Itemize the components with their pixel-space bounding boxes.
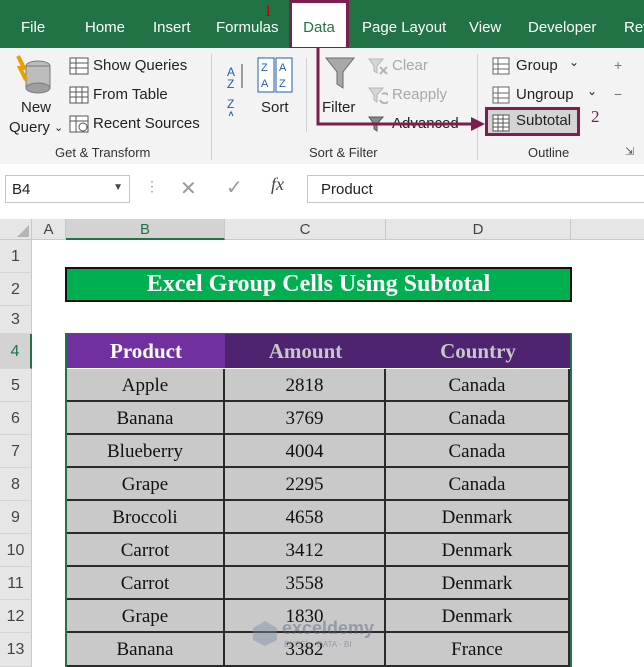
- column-header-c[interactable]: C: [225, 219, 386, 240]
- table-cell-amount[interactable]: 2295: [225, 468, 386, 501]
- enter-icon[interactable]: ✓: [226, 175, 243, 200]
- table-cell-country[interactable]: Canada: [386, 435, 570, 468]
- column-header-d[interactable]: D: [386, 219, 571, 240]
- row-header-6[interactable]: 6: [0, 402, 32, 435]
- row-header-11[interactable]: 11: [0, 567, 32, 600]
- name-box-value: B4: [12, 181, 31, 198]
- formula-bar: B4 ▼ ⋮ ✕ ✓ fx Product: [0, 164, 644, 214]
- watermark-tagline: EXCEL · DATA · BI: [284, 640, 352, 649]
- formula-value: Product: [321, 181, 373, 198]
- table-cell-amount[interactable]: 4004: [225, 435, 386, 468]
- row-header-7[interactable]: 7: [0, 435, 32, 468]
- table-cell-amount[interactable]: 3412: [225, 534, 386, 567]
- table-header-amount[interactable]: Amount: [225, 334, 386, 368]
- table-cell-country[interactable]: Denmark: [386, 600, 570, 633]
- table-cell-amount[interactable]: 4658: [225, 501, 386, 534]
- table-cell-product[interactable]: Grape: [67, 600, 225, 633]
- name-box[interactable]: B4 ▼: [5, 175, 130, 203]
- dropdown-arrow-icon[interactable]: ▼: [113, 182, 123, 193]
- row-header-2[interactable]: 2: [0, 273, 32, 306]
- table-cell-product[interactable]: Grape: [67, 468, 225, 501]
- table-cell-product[interactable]: Broccoli: [67, 501, 225, 534]
- row-header-9[interactable]: 9: [0, 501, 32, 534]
- watermark-brand: exceldemy: [282, 618, 375, 638]
- row-header-8[interactable]: 8: [0, 468, 32, 501]
- table-cell-product[interactable]: Carrot: [67, 534, 225, 567]
- row-header-12[interactable]: 12: [0, 600, 32, 633]
- table-cell-country[interactable]: Denmark: [386, 534, 570, 567]
- row-header-3[interactable]: 3: [0, 306, 32, 334]
- more-options-icon: ⋮: [145, 178, 159, 194]
- table-cell-amount[interactable]: 3769: [225, 402, 386, 435]
- table-cell-country[interactable]: Denmark: [386, 567, 570, 600]
- sheet-title[interactable]: Excel Group Cells Using Subtotal: [65, 267, 572, 302]
- table-cell-product[interactable]: Carrot: [67, 567, 225, 600]
- table-header-product[interactable]: Product: [67, 334, 225, 368]
- annotation-arrow: [316, 48, 485, 131]
- table-cell-amount[interactable]: 3558: [225, 567, 386, 600]
- column-header-b[interactable]: B: [66, 219, 225, 240]
- row-header-4[interactable]: 4: [0, 334, 32, 369]
- column-header-e[interactable]: [571, 219, 644, 240]
- row-header-5[interactable]: 5: [0, 369, 32, 402]
- table-cell-product[interactable]: Blueberry: [67, 435, 225, 468]
- table-cell-country[interactable]: Canada: [386, 369, 570, 402]
- row-header-13[interactable]: 13: [0, 633, 32, 667]
- insert-function-icon[interactable]: fx: [271, 174, 284, 195]
- cancel-icon[interactable]: ✕: [180, 176, 197, 201]
- table-cell-country[interactable]: Denmark: [386, 501, 570, 534]
- table-cell-country[interactable]: Canada: [386, 402, 570, 435]
- formula-input[interactable]: Product: [307, 175, 644, 203]
- table-cell-product[interactable]: Banana: [67, 402, 225, 435]
- table-cell-country[interactable]: France: [386, 633, 570, 667]
- table-cell-country[interactable]: Canada: [386, 468, 570, 501]
- table-cell-product[interactable]: Banana: [67, 633, 225, 667]
- row-header-10[interactable]: 10: [0, 534, 32, 567]
- select-all-icon: [17, 225, 29, 237]
- table-header-country[interactable]: Country: [386, 334, 570, 368]
- table-cell-amount[interactable]: 2818: [225, 369, 386, 402]
- row-header-1[interactable]: 1: [0, 240, 32, 273]
- table-cell-product[interactable]: Apple: [67, 369, 225, 402]
- column-header-a[interactable]: A: [32, 219, 66, 240]
- select-all-corner[interactable]: [0, 219, 32, 240]
- exceldemy-logo-icon: [253, 621, 277, 646]
